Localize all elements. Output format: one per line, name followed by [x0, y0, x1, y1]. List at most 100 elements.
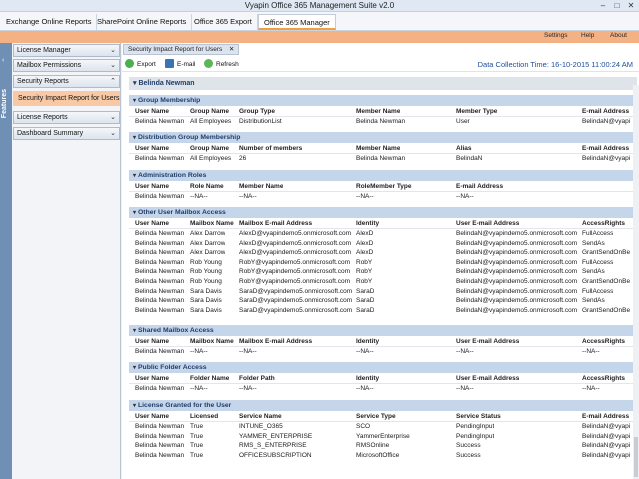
table-cell: SendAs: [582, 297, 605, 305]
section-header[interactable]: ▾ Shared Mailbox Access: [129, 325, 637, 336]
collapse-arrow-icon[interactable]: ‹: [2, 57, 4, 64]
section-title: Administration Roles: [138, 172, 207, 179]
features-panel-toggle[interactable]: ‹ Features: [0, 43, 12, 479]
scrollbar-thumb[interactable]: [634, 437, 638, 477]
column-header[interactable]: Folder Path: [239, 373, 275, 384]
section-header[interactable]: ▾ Distribution Group Membership: [129, 132, 637, 143]
tab-office-365-export[interactable]: Office 365 Export: [189, 14, 258, 30]
sidebar-item-label: Dashboard Summary: [17, 130, 84, 137]
column-header[interactable]: Mailbox Name: [190, 336, 234, 347]
column-header[interactable]: Mailbox Name: [190, 218, 234, 229]
column-header[interactable]: Service Status: [456, 411, 501, 422]
table-cell: --NA--: [190, 348, 208, 355]
sidebar-subitem-security-impact-report[interactable]: Security Impact Report for Users: [13, 91, 120, 106]
table-cell: AlexD: [356, 249, 374, 257]
table-cell: YammerEnterprise: [356, 432, 410, 440]
user-header[interactable]: ▾ Belinda Newman: [129, 77, 637, 90]
table-cell: BelindaN@vyapindemo5.onmicrosoft.com: [456, 249, 578, 257]
table-cell: RobY: [356, 268, 373, 276]
table-cell: DistributionList: [239, 118, 282, 125]
sidebar-item-license-manager[interactable]: License Manager ⌄: [13, 44, 120, 57]
column-header[interactable]: E-mail Address: [456, 181, 503, 192]
column-header[interactable]: AccessRights: [582, 336, 625, 347]
column-header[interactable]: Number of members: [239, 143, 302, 154]
maximize-icon[interactable]: □: [610, 0, 624, 12]
export-button[interactable]: Export: [125, 59, 156, 71]
table-cell: Alex Darrow: [190, 239, 226, 247]
table-cell: Belinda Newman: [135, 451, 185, 459]
table-cell: Belinda Newman: [135, 193, 185, 200]
column-header[interactable]: Member Type: [456, 106, 497, 117]
column-header[interactable]: User E-mail Address: [456, 373, 519, 384]
column-header[interactable]: Member Name: [356, 143, 400, 154]
table-cell: BelindaN@vyapindemo5.onmicrosoft.com: [456, 287, 578, 295]
column-header[interactable]: Mailbox E-mail Address: [239, 336, 312, 347]
settings-link[interactable]: Settings: [544, 32, 568, 39]
column-header[interactable]: AccessRights: [582, 218, 625, 229]
section-header[interactable]: ▾ Public Folder Access: [129, 362, 637, 373]
about-link[interactable]: About: [610, 32, 627, 39]
column-header[interactable]: User Name: [135, 181, 169, 192]
column-header[interactable]: E-mail Address: [582, 106, 629, 117]
table-row: Belinda Newman --NA-- --NA-- --NA-- --NA--: [129, 192, 637, 202]
minimize-icon[interactable]: –: [596, 0, 610, 12]
column-header[interactable]: Role Name: [190, 181, 224, 192]
column-header[interactable]: Alias: [456, 143, 472, 154]
main-tab-bar: Exchange Online Reports SharePoint Onlin…: [0, 12, 639, 31]
column-header[interactable]: User Name: [135, 218, 169, 229]
column-header[interactable]: E-mail Address: [582, 143, 629, 154]
column-header[interactable]: AccessRights: [582, 373, 625, 384]
column-header[interactable]: Member Name: [356, 106, 400, 117]
column-header[interactable]: User Name: [135, 143, 169, 154]
table-cell: PendingInput: [456, 432, 495, 440]
column-header[interactable]: Identity: [356, 218, 379, 229]
column-header[interactable]: User Name: [135, 373, 169, 384]
sidebar-item-mailbox-permissions[interactable]: Mailbox Permissions ⌄: [13, 59, 120, 72]
report-tab[interactable]: Security Impact Report for Users ✕: [123, 44, 240, 55]
column-header[interactable]: Mailbox E-mail Address: [239, 218, 312, 229]
sidebar-item-license-reports[interactable]: License Reports ⌄: [13, 111, 120, 124]
table-cell: --NA--: [239, 385, 257, 392]
tab-office-365-manager[interactable]: Office 365 Manager: [258, 14, 336, 30]
table-cell: True: [190, 451, 204, 459]
close-tab-icon[interactable]: ✕: [229, 45, 234, 54]
column-header[interactable]: Identity: [356, 336, 379, 347]
table-cell: SendAs: [582, 268, 605, 276]
content-area: Security Impact Report for Users ✕ Expor…: [122, 43, 639, 479]
column-header[interactable]: Member Name: [239, 181, 283, 192]
vertical-scrollbar[interactable]: [633, 85, 639, 479]
column-header[interactable]: User Name: [135, 411, 169, 422]
column-header[interactable]: Licensed: [190, 411, 218, 422]
column-header[interactable]: Folder Name: [190, 373, 229, 384]
section-title: Other User Mailbox Access: [138, 209, 226, 216]
column-header[interactable]: Identity: [356, 373, 379, 384]
refresh-button[interactable]: Refresh: [204, 59, 239, 71]
column-header[interactable]: User E-mail Address: [456, 218, 519, 229]
column-header[interactable]: E-mail Address: [582, 411, 629, 422]
section-header[interactable]: ▾ License Granted for the User: [129, 400, 637, 411]
close-icon[interactable]: ✕: [624, 0, 638, 12]
tab-exchange-online-reports[interactable]: Exchange Online Reports: [1, 14, 98, 30]
help-link[interactable]: Help: [581, 32, 594, 39]
tab-sharepoint-online-reports[interactable]: SharePoint Online Reports: [92, 14, 193, 30]
section-header[interactable]: ▾ Administration Roles: [129, 170, 637, 181]
column-header[interactable]: Group Name: [190, 106, 229, 117]
column-header[interactable]: Group Name: [190, 143, 229, 154]
column-header[interactable]: RoleMember Type: [356, 181, 412, 192]
user-name: Belinda Newman: [138, 80, 195, 87]
table-row: Belinda Newman --NA-- --NA-- --NA-- --NA-- --…: [129, 384, 637, 394]
table-cell: BelindaN@vyapindemo5.onmicrosoft.com: [456, 277, 578, 285]
column-header[interactable]: User Name: [135, 336, 169, 347]
column-header[interactable]: Service Type: [356, 411, 396, 422]
column-header[interactable]: User E-mail Address: [456, 336, 519, 347]
column-header[interactable]: Group Type: [239, 106, 275, 117]
table-cell: --NA--: [582, 348, 600, 355]
column-header[interactable]: User Name: [135, 106, 169, 117]
email-button[interactable]: E-mail: [165, 59, 195, 71]
column-header[interactable]: Service Name: [239, 411, 282, 422]
chevron-down-icon: ⌄: [110, 130, 116, 137]
section-header[interactable]: ▾ Group Membership: [129, 95, 637, 106]
sidebar-item-security-reports[interactable]: Security Reports ⌃: [13, 75, 120, 88]
sidebar-item-dashboard-summary[interactable]: Dashboard Summary ⌄: [13, 127, 120, 140]
section-header[interactable]: ▾ Other User Mailbox Access: [129, 207, 637, 218]
